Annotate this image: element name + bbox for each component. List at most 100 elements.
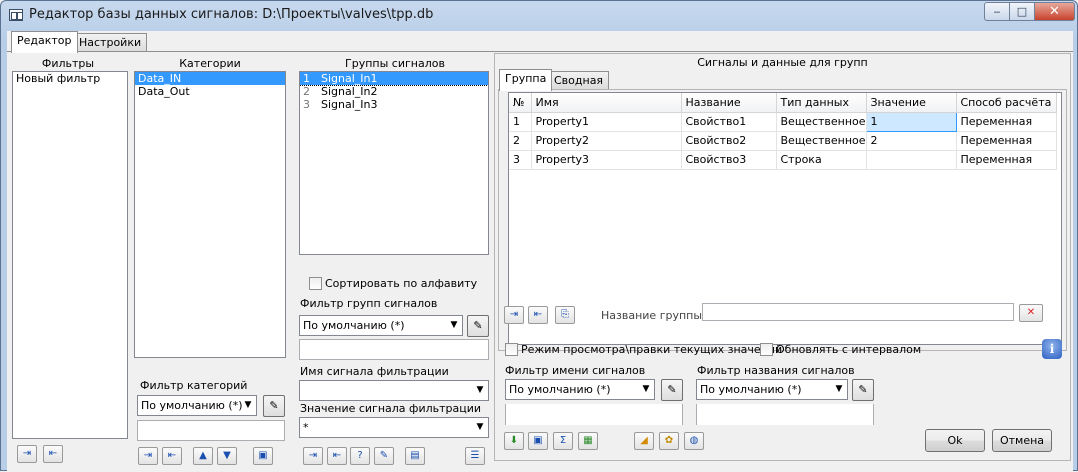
group-item[interactable]: 2 Signal_In2	[300, 85, 488, 98]
signal-name-filter-label: Фильтр имени сигналов	[505, 364, 646, 377]
group-remove-icon[interactable]: ⇤	[327, 447, 347, 465]
ruler-icon[interactable]: ◢	[634, 432, 654, 450]
column-header[interactable]: Имя	[531, 93, 682, 113]
group-name-input[interactable]	[702, 303, 1014, 321]
filter-remove-icon[interactable]: ⇤	[43, 445, 63, 463]
category-down-icon[interactable]: ▼	[217, 447, 237, 465]
tab-group[interactable]: Группа	[499, 69, 553, 91]
remove-icon[interactable]: ✕	[1019, 304, 1043, 322]
group-rename-icon[interactable]: ?	[350, 447, 370, 465]
cell-method[interactable]: Переменная	[956, 112, 1057, 132]
signal-remove-icon[interactable]: ⇤	[528, 306, 548, 324]
cell-method[interactable]: Переменная	[956, 131, 1057, 151]
window-title: Редактор базы данных сигналов: D:\Проект…	[29, 7, 434, 22]
cell-type[interactable]: Вещественное	[776, 131, 867, 151]
table-row[interactable]: 2 Property2 Свойство2 Вещественное 2 Пер…	[509, 131, 1057, 151]
tab-summary[interactable]: Сводная	[548, 71, 610, 89]
palette-icon[interactable]: ✿	[659, 432, 679, 450]
globe-icon[interactable]: ◍	[684, 432, 704, 450]
categories-list[interactable]: Data_IN Data_Out	[134, 71, 286, 358]
dialog-client: Редактор Настройки Фильтры Новый фильтр …	[7, 31, 1073, 472]
group-filter-select[interactable]: По умолчанию (*) ▼	[299, 315, 463, 336]
signal-value-filter-select[interactable]: * ▼	[299, 417, 489, 438]
table-icon[interactable]: ▦	[578, 432, 598, 450]
group-list-icon[interactable]: ☰	[465, 447, 485, 465]
cell-value[interactable]: 1	[865, 111, 957, 132]
sort-alpha-checkbox[interactable]	[309, 277, 322, 290]
cell-title[interactable]: Свойство3	[681, 150, 777, 170]
app-window: Редактор базы данных сигналов: D:\Проект…	[0, 0, 1078, 472]
cell-type[interactable]: Строка	[776, 150, 867, 170]
category-item-data-out[interactable]: Data_Out	[135, 85, 285, 98]
signal-name-filter-select[interactable]: ▼	[299, 380, 489, 401]
ok-button[interactable]: Ok	[925, 429, 985, 452]
filter-add-icon[interactable]: ⇥	[17, 445, 37, 463]
maximize-button[interactable]: □	[1010, 2, 1035, 21]
filters-list[interactable]: Новый фильтр	[12, 71, 128, 439]
group-add-icon[interactable]: ⇥	[303, 447, 323, 465]
table-row[interactable]: 3 Property3 Свойство3 Строка Переменная	[509, 150, 1057, 170]
filters-header: Фильтры	[41, 57, 95, 70]
download-icon[interactable]: ⬇	[504, 432, 524, 450]
save-icon[interactable]: ▣	[528, 432, 548, 450]
column-header[interactable]: Тип данных	[776, 93, 867, 113]
category-export-icon[interactable]: ▣	[253, 447, 273, 465]
groups-header: Группы сигналов	[345, 57, 445, 70]
column-header[interactable]: №	[509, 93, 532, 113]
column-header[interactable]: Способ расчёта	[956, 93, 1057, 113]
edit-group-filter-icon[interactable]: ✎	[467, 315, 489, 337]
cell-name[interactable]: Property2	[531, 131, 682, 151]
close-button[interactable]: ✕	[1035, 2, 1075, 21]
signal-title-filter-combo[interactable]: По умолчанию (*) ▼	[696, 379, 848, 400]
table-header-row: № Имя Название Тип данных Значение Спосо…	[509, 93, 1057, 113]
cancel-button[interactable]: Отмена	[992, 429, 1052, 452]
signal-copy-icon[interactable]: ⎘	[555, 306, 575, 324]
title-bar[interactable]: Редактор базы данных сигналов: D:\Проект…	[1, 1, 1077, 29]
signal-name-filter-combo[interactable]: По умолчанию (*) ▼	[505, 379, 655, 400]
category-item-data-in[interactable]: Data_IN	[135, 72, 285, 85]
sum-icon[interactable]: Σ	[553, 432, 573, 450]
category-remove-icon[interactable]: ⇤	[162, 447, 182, 465]
view-mode-checkbox[interactable]	[505, 343, 518, 356]
signal-name-filter-text[interactable]	[505, 404, 683, 425]
cell-type[interactable]: Вещественное	[776, 112, 867, 132]
app-icon	[9, 9, 23, 21]
chevron-down-icon: ▼	[642, 384, 650, 394]
info-icon[interactable]: i	[1042, 339, 1062, 359]
edit-category-filter-icon[interactable]: ✎	[263, 395, 285, 417]
column-header[interactable]: Название	[681, 93, 777, 113]
group-filter-label: Фильтр групп сигналов	[300, 297, 438, 310]
signal-add-icon[interactable]: ⇥	[504, 306, 524, 324]
chevron-down-icon: ▼	[835, 384, 843, 394]
groups-list[interactable]: 1 Signal_In1 2 Signal_In2 3 Signal_In3	[299, 71, 489, 255]
edit-name-filter-icon[interactable]: ✎	[661, 379, 683, 401]
cell-name[interactable]: Property1	[531, 112, 682, 132]
cell-value[interactable]	[866, 150, 957, 170]
signal-name-filter-value: По умолчанию (*)	[509, 383, 611, 396]
group-item[interactable]: 3 Signal_In3	[300, 98, 488, 111]
column-header[interactable]: Значение	[866, 93, 957, 113]
category-add-icon[interactable]: ⇥	[138, 447, 158, 465]
group-book-icon[interactable]: ▤	[405, 447, 425, 465]
table-row[interactable]: 1 Property1 Свойство1 Вещественное 1 Пер…	[509, 111, 1057, 132]
cell-value[interactable]: 2	[866, 131, 957, 151]
view-mode-label: Режим просмотра\правки текущих значений	[521, 343, 783, 356]
group-item[interactable]: 1 Signal_In1	[300, 72, 488, 86]
tab-settings[interactable]: Настройки	[73, 33, 148, 51]
category-up-icon[interactable]: ▲	[193, 447, 213, 465]
category-filter-select[interactable]: По умолчанию (*) ▼	[137, 395, 257, 416]
minimize-button[interactable]: ‒	[984, 2, 1010, 21]
category-filter-value: По умолчанию (*)	[141, 399, 243, 412]
cell-title[interactable]: Свойство2	[681, 131, 777, 151]
cell-method[interactable]: Переменная	[956, 150, 1057, 170]
group-edit-icon[interactable]: ✎	[374, 447, 394, 465]
signal-title-filter-text[interactable]	[696, 404, 874, 425]
cell-name[interactable]: Property3	[531, 150, 682, 170]
group-filter-text[interactable]	[299, 339, 489, 360]
update-interval-checkbox[interactable]	[760, 343, 773, 356]
tab-editor[interactable]: Редактор	[11, 31, 78, 53]
cell-title[interactable]: Свойство1	[681, 112, 777, 132]
edit-title-filter-icon[interactable]: ✎	[852, 379, 874, 401]
filter-item[interactable]: Новый фильтр	[13, 72, 127, 85]
category-filter-text[interactable]	[137, 420, 285, 441]
